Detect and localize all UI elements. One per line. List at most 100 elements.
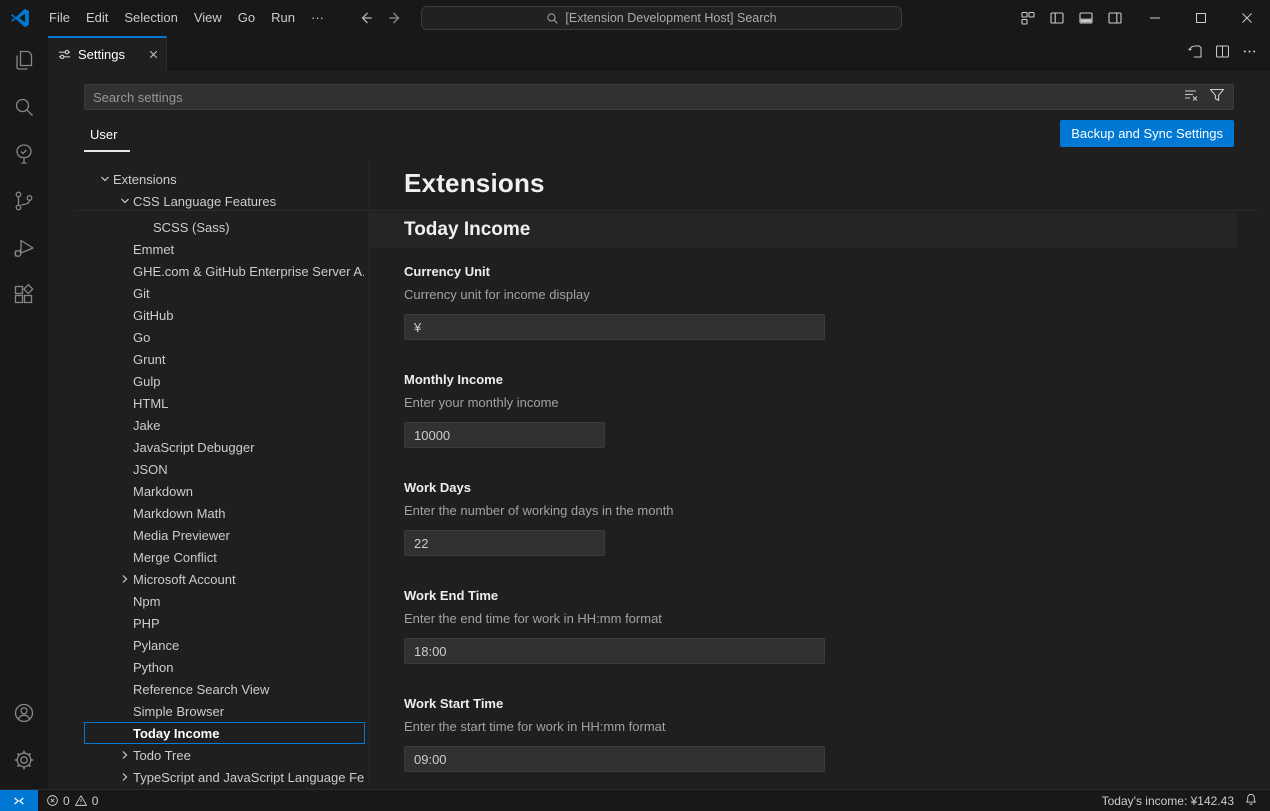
toggle-secondary-sidebar-icon[interactable]: [1107, 10, 1123, 26]
toc-item-html[interactable]: HTML: [84, 392, 365, 414]
toc-item-javascript-debugger[interactable]: JavaScript Debugger: [84, 436, 365, 458]
toc-item-npm[interactable]: Npm: [84, 590, 365, 612]
toc-item-extensions[interactable]: Extensions: [84, 168, 365, 190]
toc-item-simple-browser[interactable]: Simple Browser: [84, 700, 365, 722]
clear-settings-search-filters-icon[interactable]: [1183, 87, 1199, 108]
toc-item-git[interactable]: Git: [84, 282, 365, 304]
toc-item-ghe-com-github-enterprise-server-a[interactable]: GHE.com & GitHub Enterprise Server A...: [84, 260, 365, 282]
chevron-down-icon[interactable]: [97, 173, 113, 185]
setting-label: Monthly Income: [404, 372, 1237, 390]
toc-item-go[interactable]: Go: [84, 326, 365, 348]
toc-item-python[interactable]: Python: [84, 656, 365, 678]
setting-text-input[interactable]: [405, 428, 604, 443]
menu-run[interactable]: Run: [263, 0, 303, 36]
toc-item-php[interactable]: PHP: [84, 612, 365, 634]
settings-toc: ExtensionsCSS Language Features SCSS (Sa…: [84, 160, 365, 789]
toc-item-github[interactable]: GitHub: [84, 304, 365, 326]
menu-selection[interactable]: Selection: [116, 0, 185, 36]
toc-item-pylance[interactable]: Pylance: [84, 634, 365, 656]
toc-item-microsoft-account[interactable]: Microsoft Account: [84, 568, 365, 590]
manage-gear-icon[interactable]: [0, 736, 48, 783]
toc-item-label: JavaScript Debugger: [133, 440, 254, 455]
user-scope-active-underline: [84, 150, 130, 152]
chevron-down-icon[interactable]: [117, 195, 133, 207]
menu-file[interactable]: File: [41, 0, 78, 36]
backup-and-sync-settings-button[interactable]: Backup and Sync Settings: [1060, 120, 1234, 147]
settings-editor: User Backup and Sync Settings Extensions…: [48, 71, 1270, 789]
setting-text-input[interactable]: [405, 644, 824, 659]
menu-go[interactable]: Go: [230, 0, 263, 36]
filter-icon[interactable]: [1209, 87, 1225, 108]
setting-label: Work Start Time: [404, 696, 1237, 714]
toc-item-gulp[interactable]: Gulp: [84, 370, 365, 392]
toggle-primary-sidebar-icon[interactable]: [1049, 10, 1065, 26]
todo-tree-icon[interactable]: [0, 130, 48, 177]
go-forward-button[interactable]: [387, 10, 403, 26]
accounts-icon[interactable]: [0, 689, 48, 736]
minimize-button[interactable]: [1132, 0, 1178, 36]
toc-item-markdown-math[interactable]: Markdown Math: [84, 502, 365, 524]
settings-sliders-icon: [57, 47, 72, 62]
settings-search-input[interactable]: [85, 90, 1183, 105]
tab-user-scope[interactable]: User: [90, 127, 117, 142]
toc-item-emmet[interactable]: Emmet: [84, 238, 365, 260]
open-settings-json-icon[interactable]: [1187, 43, 1204, 65]
toggle-panel-icon[interactable]: [1078, 10, 1094, 26]
chevron-right-icon[interactable]: [117, 771, 133, 783]
maximize-button[interactable]: [1178, 0, 1224, 36]
search-icon: [546, 12, 559, 25]
source-control-icon[interactable]: [0, 177, 48, 224]
setting-text-input[interactable]: [405, 536, 604, 551]
toc-item-jake[interactable]: Jake: [84, 414, 365, 436]
menu-edit[interactable]: Edit: [78, 0, 116, 36]
search-view-icon[interactable]: [0, 83, 48, 130]
toc-item-media-previewer[interactable]: Media Previewer: [84, 524, 365, 546]
toc-item-label: Merge Conflict: [133, 550, 217, 565]
setting-label: Currency Unit: [404, 264, 1237, 282]
explorer-icon[interactable]: [0, 36, 48, 83]
setting-text-input[interactable]: [405, 320, 824, 335]
toc-item-typescript-and-javascript-language-fe[interactable]: TypeScript and JavaScript Language Fe...: [84, 766, 365, 788]
more-actions-icon[interactable]: [1241, 43, 1258, 65]
notifications-bell-icon[interactable]: [1244, 792, 1258, 809]
toc-item-scss-sass[interactable]: SCSS (Sass): [84, 216, 365, 238]
toc-item-label: HTML: [133, 396, 168, 411]
run-and-debug-icon[interactable]: [0, 224, 48, 271]
setting-input-box: [404, 422, 605, 448]
tab-settings[interactable]: Settings: [48, 36, 167, 71]
toc-item-grunt[interactable]: Grunt: [84, 348, 365, 370]
chevron-right-icon[interactable]: [117, 749, 133, 761]
toc-item-todo-tree[interactable]: Todo Tree: [84, 744, 365, 766]
menubar-more-button[interactable]: ···: [303, 0, 332, 36]
settings-list: Currency UnitCurrency unit for income di…: [404, 264, 1237, 789]
setting-text-input[interactable]: [405, 752, 824, 767]
status-bar: 0 0 Today's income: ¥142.43: [0, 789, 1270, 811]
setting-description: Enter the number of working days in the …: [404, 503, 1237, 521]
toc-item-markdown[interactable]: Markdown: [84, 480, 365, 502]
today-income-status[interactable]: Today's income: ¥142.43: [1102, 794, 1234, 808]
chevron-right-icon[interactable]: [117, 573, 133, 585]
close-tab-icon[interactable]: [147, 48, 160, 61]
toc-item-json[interactable]: JSON: [84, 458, 365, 480]
go-back-button[interactable]: [358, 10, 374, 26]
toc-item-css-language-features[interactable]: CSS Language Features: [84, 190, 365, 212]
toc-rows: SCSS (Sass)Emmet GHE.com & GitHub Enterpr…: [84, 216, 365, 789]
problems-status[interactable]: 0 0: [38, 794, 106, 808]
setting-input-box: [404, 746, 825, 772]
toc-item-label: GHE.com & GitHub Enterprise Server A...: [133, 264, 365, 279]
setting-label: Work Days: [404, 480, 1237, 498]
settings-group-heading: Extensions: [404, 168, 545, 199]
customize-layout-icon[interactable]: [1020, 10, 1036, 26]
split-editor-icon[interactable]: [1214, 43, 1231, 65]
error-count: 0: [63, 794, 70, 808]
toc-item-today-income[interactable]: Today Income: [84, 722, 365, 744]
menu-view[interactable]: View: [186, 0, 230, 36]
toc-item-reference-search-view[interactable]: Reference Search View: [84, 678, 365, 700]
toc-item-label: Npm: [133, 594, 160, 609]
remote-indicator-button[interactable]: [0, 790, 38, 811]
toc-item-merge-conflict[interactable]: Merge Conflict: [84, 546, 365, 568]
extensions-icon[interactable]: [0, 271, 48, 318]
command-center-search[interactable]: [Extension Development Host] Search: [421, 6, 902, 30]
close-window-button[interactable]: [1224, 0, 1270, 36]
warning-icon: [74, 794, 88, 807]
